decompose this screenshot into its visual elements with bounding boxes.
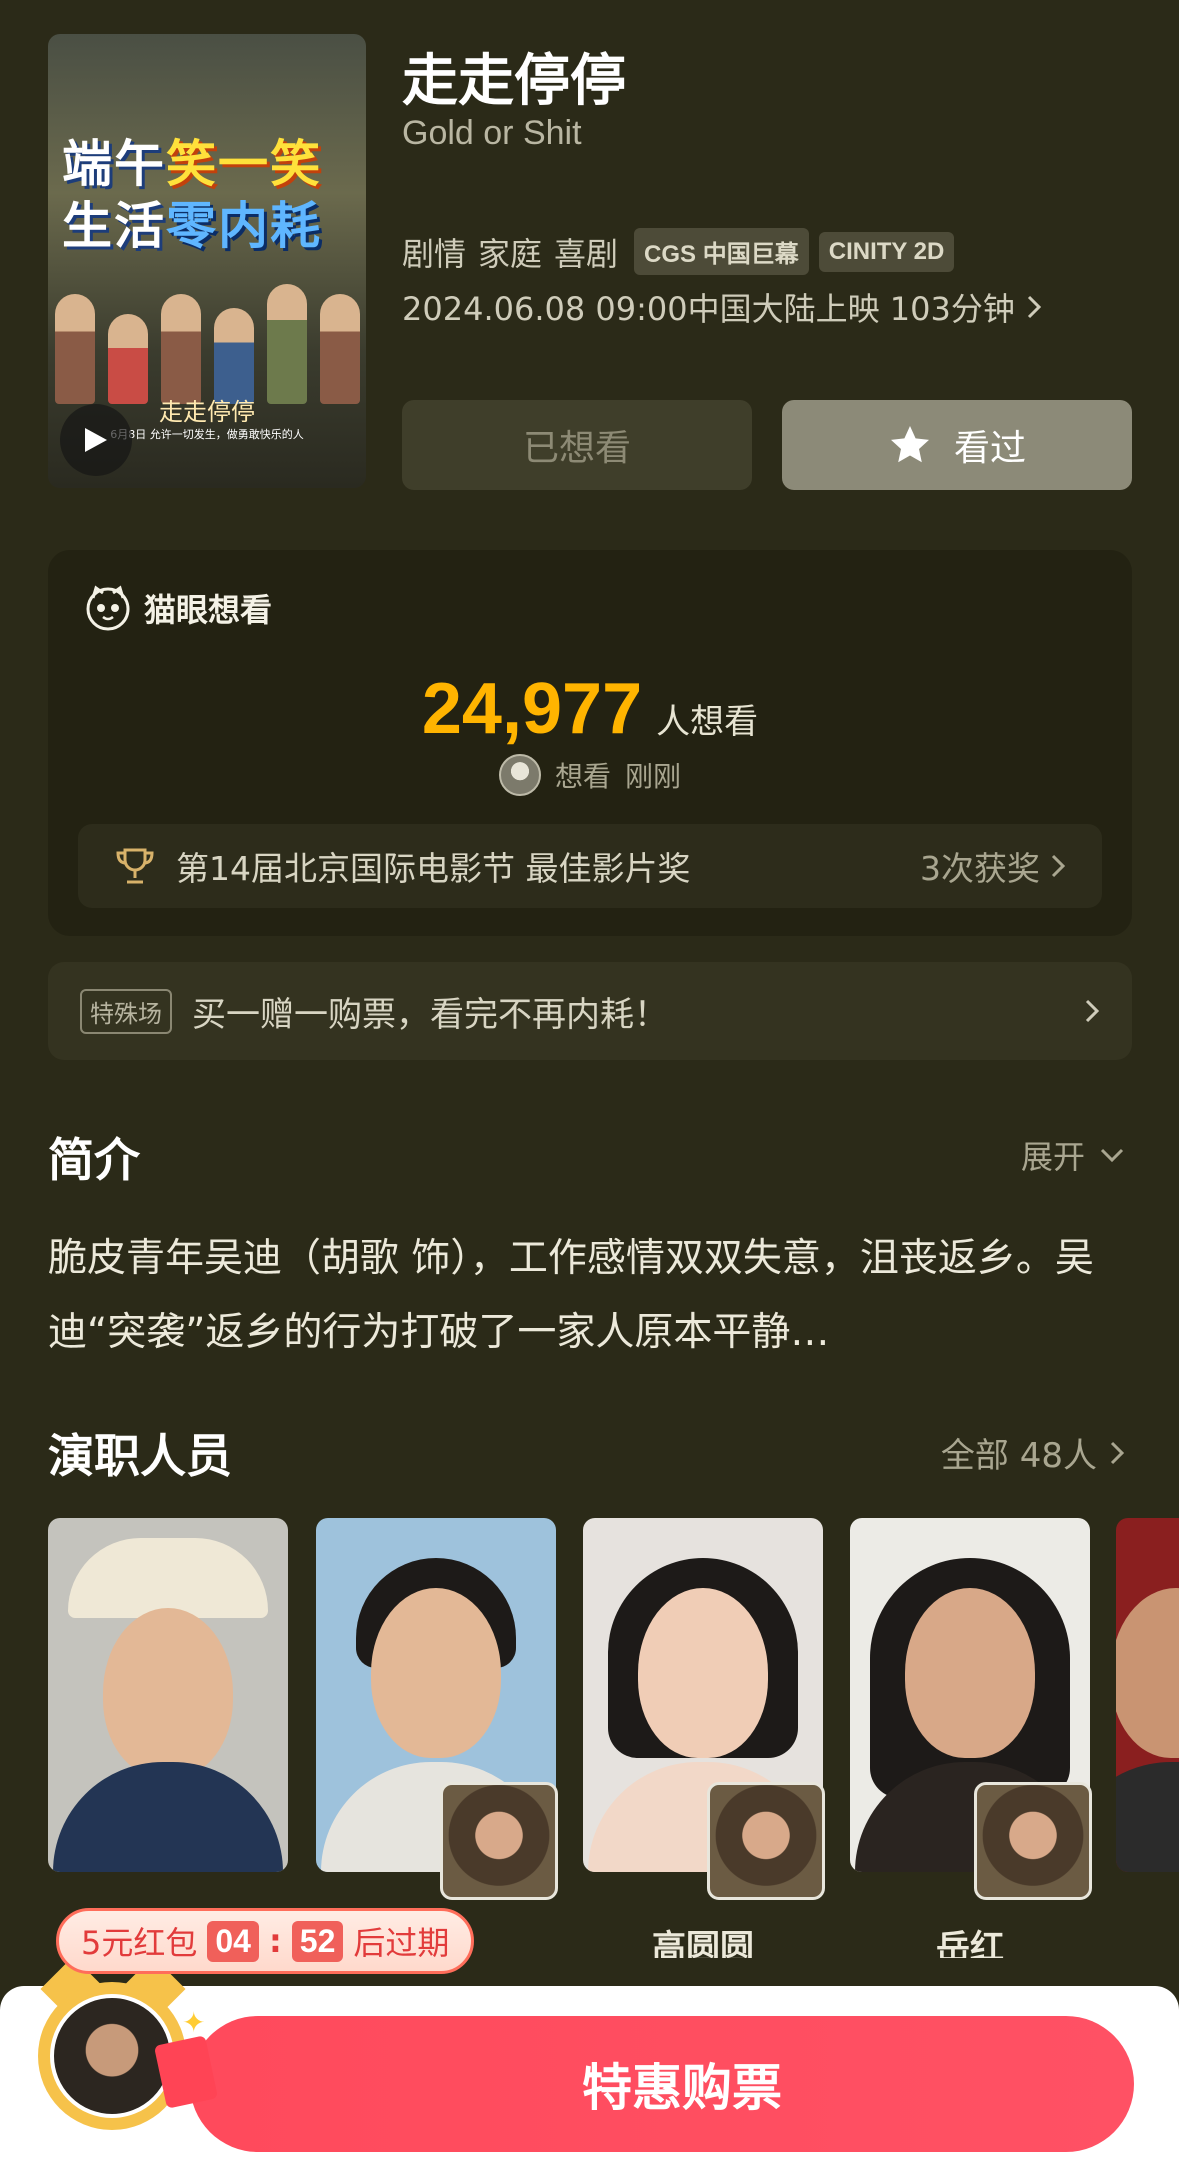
intro-heading: 简介 — [48, 1133, 140, 1187]
trophy-icon — [116, 848, 154, 884]
release-text: 2024.06.08 09:00中国大陆上映 103分钟 — [402, 290, 1015, 328]
intro-text: 脆皮青年吴迪（胡歌 饰），工作感情双双失意，沮丧返乡。吴迪“突袭”返乡的行为打破… — [48, 1236, 1094, 1355]
movie-english-title: Gold or Shit — [402, 114, 582, 152]
red-packet-suffix: 后过期 — [353, 1924, 450, 1962]
buy-ticket-button[interactable]: 特惠购票 — [190, 2016, 1134, 2152]
play-trailer-button[interactable] — [60, 404, 132, 476]
cast-card[interactable] — [48, 1518, 288, 1958]
award-count: 3次获奖 — [920, 849, 1040, 888]
countdown-separator: : — [268, 1922, 282, 1960]
watched-button[interactable]: 看过 — [782, 400, 1132, 490]
expand-intro-button[interactable]: 展开 — [1021, 1132, 1125, 1178]
role-still-thumbnail — [440, 1782, 558, 1900]
genre-tag: 剧情 — [402, 234, 467, 273]
avatar — [498, 754, 541, 796]
want-count: 24,977 — [421, 669, 643, 749]
cast-heading: 演职人员 — [48, 1429, 232, 1483]
want-count-row: 24,977 人想看 — [48, 668, 1132, 750]
want-count-unit: 人想看 — [656, 702, 759, 742]
special-screening-promo[interactable]: 特殊场 买一赠一购票，看完不再内耗！ — [48, 962, 1132, 1060]
genre-tag: 喜剧 — [554, 234, 619, 273]
chevron-right-icon — [1027, 295, 1041, 319]
release-info[interactable]: 2024.06.08 09:00中国大陆上映 103分钟 — [402, 284, 1043, 330]
movie-title: 走走停停 — [402, 49, 626, 114]
genre-row: 剧情 家庭 喜剧 CGS 中国巨幕 CINITY 2D — [402, 228, 955, 275]
cast-photo — [1116, 1518, 1179, 1872]
maoyan-cat-icon — [86, 585, 130, 631]
genre-tag: 家庭 — [478, 234, 543, 273]
sparkle-icon: ✦ — [182, 2006, 206, 2039]
maoyan-header: 猫眼想看 — [84, 584, 272, 632]
chevron-down-icon — [1100, 1148, 1124, 1163]
maoyan-header-label: 猫眼想看 — [144, 591, 273, 629]
movie-poster[interactable]: 端午笑一笑 生活零内耗 走走停停 6月8日 允许一切发生，做勇敢快乐的人 — [48, 34, 366, 488]
want-to-watch-card: 猫眼想看 24,977 人想看 想看 刚刚 第14届北京国际电影节 最佳影片奖 … — [48, 550, 1132, 936]
award-text: 第14届北京国际电影节 最佳影片奖 — [176, 849, 691, 888]
promo-text: 买一赠一购票，看完不再内耗！ — [192, 994, 668, 1035]
countdown-minutes: 04 — [207, 1920, 259, 1962]
chevron-right-icon — [1110, 1441, 1125, 1464]
format-badge-cinity: CINITY 2D — [818, 231, 955, 272]
cast-name: 岳红 — [936, 1928, 1004, 1958]
want-to-watch-button[interactable]: 已想看 — [402, 400, 752, 490]
recent-activity: 想看 刚刚 — [48, 754, 1132, 796]
expand-label: 展开 — [1020, 1138, 1085, 1176]
role-still-thumbnail — [974, 1782, 1092, 1900]
award-row[interactable]: 第14届北京国际电影节 最佳影片奖 3次获奖 — [78, 824, 1102, 908]
format-badge-cgs: CGS 中国巨幕 — [634, 228, 809, 275]
genre-list: 剧情 家庭 喜剧 — [402, 229, 618, 275]
cast-card[interactable]: 岳红 — [850, 1518, 1092, 1958]
poster-cast-figures — [48, 264, 366, 404]
cast-card[interactable]: 高圆圆 — [583, 1518, 825, 1958]
red-packet-countdown[interactable]: 5元红包 04 : 52 后过期 — [56, 1908, 475, 1974]
activity-time: 刚刚 — [625, 760, 682, 793]
cast-list[interactable]: 高圆圆 岳红 — [48, 1518, 1179, 1958]
role-still-thumbnail — [707, 1782, 825, 1900]
activity-action: 想看 — [554, 760, 611, 793]
star-icon — [890, 426, 929, 463]
cast-card[interactable] — [1116, 1518, 1179, 1872]
poster-headline-2: 生活零内耗 — [62, 197, 322, 255]
chevron-right-icon — [1051, 854, 1066, 878]
promo-mascot[interactable]: ✦ — [32, 1956, 219, 2136]
cast-card[interactable] — [316, 1518, 558, 1958]
countdown-seconds: 52 — [291, 1920, 344, 1962]
cast-name: 高圆圆 — [652, 1928, 754, 1958]
bottom-bar: ✦ 特惠购票 — [0, 1956, 1179, 2164]
red-packet-label: 5元红包 — [81, 1924, 198, 1962]
cast-photo — [48, 1518, 288, 1872]
all-cast-label: 全部 48人 — [940, 1436, 1097, 1476]
watched-label: 看过 — [953, 428, 1026, 469]
chevron-right-icon — [1085, 999, 1100, 1023]
all-cast-link[interactable]: 全部 48人 — [941, 1428, 1125, 1477]
play-icon — [85, 428, 107, 452]
promo-tag: 特殊场 — [80, 988, 172, 1034]
